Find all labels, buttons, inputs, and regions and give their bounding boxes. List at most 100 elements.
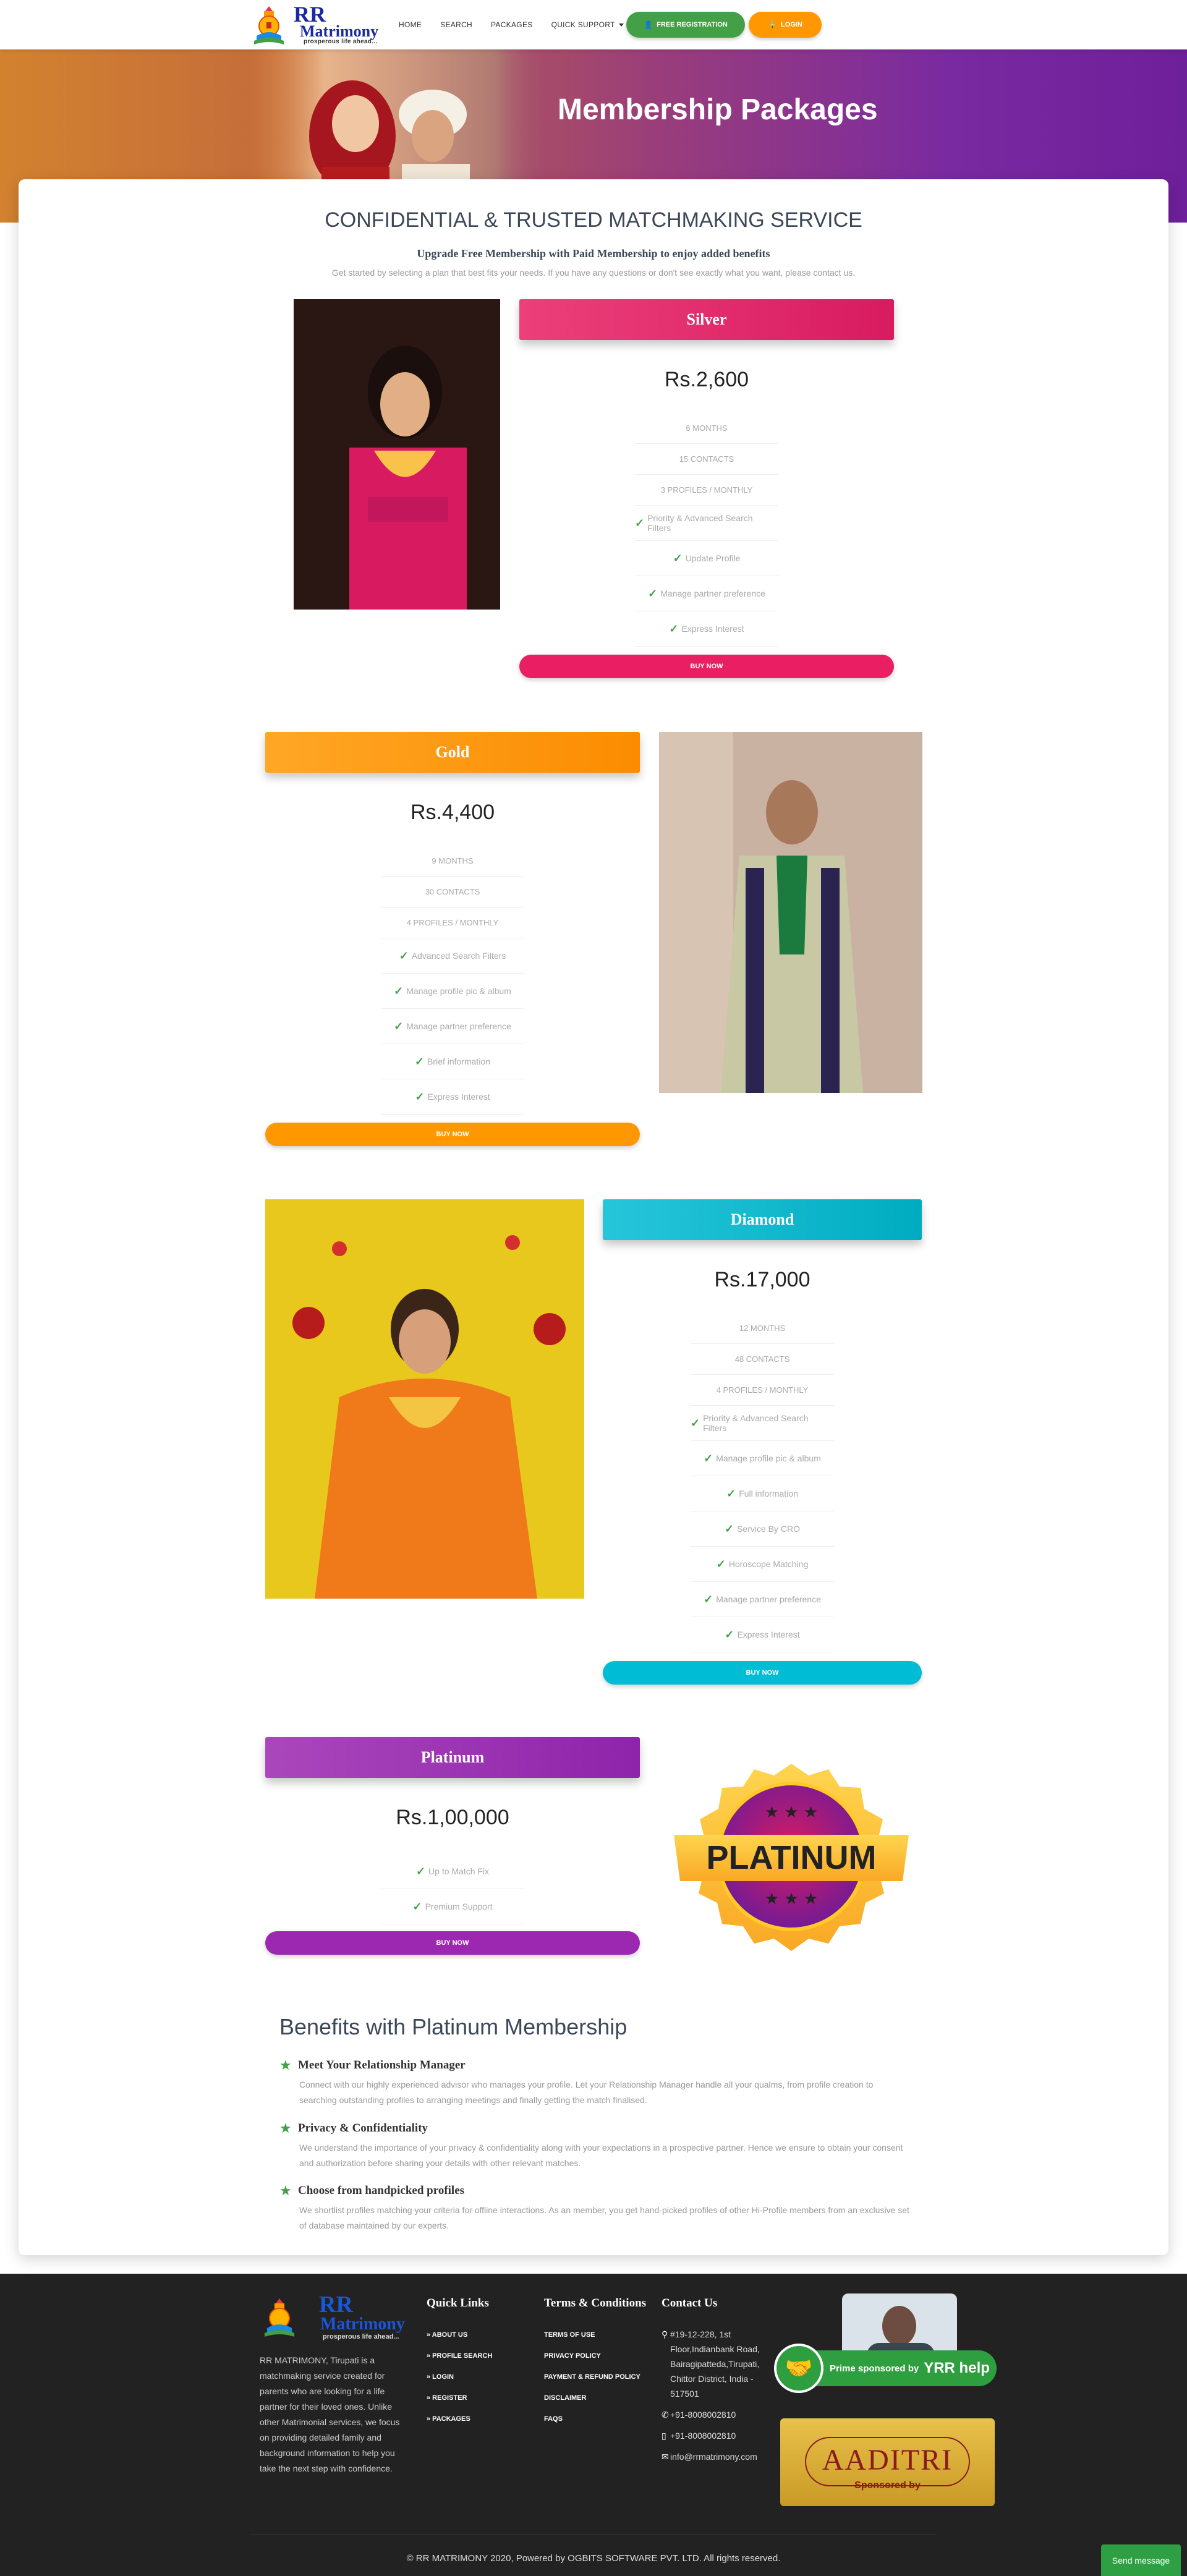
check-icon: ✓ [635, 516, 645, 529]
footer-logo-tagline: prosperous life ahead... [323, 2333, 399, 2340]
footer-link-packages[interactable]: » PACKAGES [427, 2408, 492, 2429]
feature-label: Horoscope Matching [728, 1559, 809, 1569]
check-icon: ✓ [394, 1019, 404, 1032]
list-item: ✓ Express Interest [635, 611, 778, 647]
nav-links: HOME SEARCH PACKAGES QUICK SUPPORT [399, 0, 642, 49]
feature-label: Premium Support [425, 1902, 493, 1911]
star-icon: ★ [279, 2057, 292, 2073]
list-item: ✓ Horoscope Matching [691, 1547, 834, 1582]
platinum-feature-list: ✓ Up to Match Fix ✓ Premium Support [381, 1854, 524, 1924]
star-icon: ★ [279, 2120, 292, 2136]
contact-email[interactable]: ✉ info@rrmatrimony.com [662, 2449, 767, 2464]
footer-about-text: RR MATRIMONY, Tirupati is a matchmaking … [260, 2355, 400, 2473]
benefits-title: Benefits with Platinum Membership [279, 2014, 628, 2039]
envelope-icon: ✉ [662, 2452, 669, 2462]
gold-groom-photo [659, 732, 922, 1093]
feature-label: Express Interest [737, 1630, 800, 1639]
list-item: ✓ Manage partner preference [635, 576, 778, 611]
nav-quick-support[interactable]: QUICK SUPPORT [551, 20, 624, 29]
contact-mobile[interactable]: ▯ +91-8008002810 [662, 2428, 767, 2443]
footer-link-register[interactable]: » REGISTER [427, 2387, 492, 2408]
diamond-buy-now-button[interactable]: BUY NOW [603, 1661, 922, 1685]
platinum-badge: PLATINUM ★ ★ ★ ★ ★ ★ [674, 1764, 909, 1951]
logo-emblem-icon [254, 6, 284, 45]
send-message-button[interactable]: Send message [1101, 2544, 1181, 2576]
list-item: 12 MONTHS [691, 1313, 834, 1344]
feature-label: Up to Match Fix [428, 1866, 490, 1876]
footer-link-faqs[interactable]: FAQS [544, 2408, 640, 2429]
silver-price: Rs.2,600 [664, 368, 749, 391]
silver-bride-photo [294, 299, 500, 610]
contact-details: ⚲ #19-12-228, 1st Floor,Indianbank Road, … [662, 2327, 767, 2470]
benefit-desc: We shortlist profiles matching your crit… [299, 2205, 909, 2230]
check-icon: ✓ [691, 1416, 700, 1429]
footer-link-payment-refund[interactable]: PAYMENT & REFUND POLICY [544, 2366, 640, 2387]
platinum-badge-text: PLATINUM [707, 1839, 877, 1876]
feature-label: Manage profile pic & album [406, 986, 511, 996]
list-item: ✓ Manage partner preference [381, 1009, 524, 1044]
terms-title: Terms & Conditions [544, 2297, 647, 2310]
nav-quick-support-label: QUICK SUPPORT [551, 20, 615, 29]
platinum-buy-now-button[interactable]: BUY NOW [265, 1931, 640, 1955]
benefit-title: Privacy & Confidentiality [298, 2122, 428, 2135]
sponsor1-text: Prime sponsored by [830, 2363, 919, 2374]
check-icon: ✓ [415, 1090, 425, 1103]
check-icon: ✓ [399, 949, 409, 962]
footer-link-profile-search[interactable]: » PROFILE SEARCH [427, 2345, 492, 2366]
aaditri-sponsor-banner[interactable]: AADITRI Sponsored by [780, 2418, 995, 2506]
yrr-help-sponsor-banner[interactable]: 🤝 Prime sponsored by YRR help [774, 2293, 1000, 2411]
list-item: 4 PROFILES / MONTHLY [691, 1375, 834, 1406]
copyright-text: © RR MATRIMONY 2020, Powered by OGBITS S… [406, 2553, 781, 2564]
footer-link-privacy-policy[interactable]: PRIVACY POLICY [544, 2345, 640, 2366]
feature-label: Priority & Advanced Search Filters [647, 513, 753, 533]
footer-link-about-us[interactable]: » ABOUT US [427, 2324, 492, 2345]
check-icon: ✓ [726, 1487, 736, 1500]
silver-buy-now-button[interactable]: BUY NOW [519, 655, 894, 678]
check-icon: ✓ [716, 1557, 726, 1570]
upgrade-subheading: Upgrade Free Membership with Paid Member… [417, 247, 770, 260]
gold-buy-now-button[interactable]: BUY NOW [265, 1123, 640, 1146]
logo-tagline: prosperous life ahead... [304, 38, 378, 45]
site-logo[interactable]: RR Matrimony prosperous life ahead... [250, 2, 388, 47]
footer-logo-name: Matrimony [320, 2315, 405, 2334]
footer-link-login[interactable]: » LOGIN [427, 2366, 492, 2387]
feature-label: Brief information [427, 1056, 491, 1066]
list-item: ✓ Update Profile [635, 541, 778, 576]
check-icon: ✓ [704, 1592, 713, 1605]
gold-price: Rs.4,400 [410, 801, 495, 824]
list-item: ✓ Manage profile pic & album [381, 974, 524, 1009]
feature-label: Manage partner preference [406, 1021, 511, 1031]
list-item: 4 PROFILES / MONTHLY [381, 908, 524, 938]
feature-label: Manage partner preference [716, 1594, 821, 1604]
check-icon: ✓ [725, 1628, 734, 1641]
list-item: ✓ Premium Support [381, 1889, 524, 1924]
contact-phone[interactable]: ✆ +91-8008002810 [662, 2407, 767, 2422]
footer-link-terms-of-use[interactable]: TERMS OF USE [544, 2324, 640, 2345]
list-item: ✓ Service By CRO [691, 1511, 834, 1547]
benefit-item: ★ Choose from handpicked profiles We sho… [279, 2183, 910, 2232]
list-item: ✓ Manage profile pic & album [691, 1441, 834, 1476]
check-icon: ✓ [648, 587, 658, 600]
nav-home[interactable]: HOME [399, 20, 422, 29]
footer-link-disclaimer[interactable]: DISCLAIMER [544, 2387, 640, 2408]
benefit-title: Choose from handpicked profiles [298, 2184, 465, 2197]
benefit-item: ★ Privacy & Confidentiality We understan… [279, 2120, 910, 2170]
feature-label: Priority & Advanced Search Filters [703, 1413, 809, 1433]
feature-label: Service By CRO [737, 1524, 800, 1534]
gold-feature-list: 9 MONTHS 30 CONTACTS 4 PROFILES / MONTHL… [381, 846, 524, 1115]
quick-links-title: Quick Links [427, 2297, 489, 2310]
list-item: ✓ Manage partner preference [691, 1582, 834, 1617]
feature-label: Full information [739, 1489, 798, 1498]
contact-email-text: info@rrmatrimony.com [670, 2452, 757, 2462]
check-icon: ✓ [669, 622, 679, 635]
feature-label: Express Interest [681, 624, 744, 634]
footer-logo[interactable]: RR Matrimony prosperous life ahead... [261, 2292, 409, 2344]
list-item: 30 CONTACTS [381, 877, 524, 908]
free-registration-button[interactable]: 👤 FREE REGISTRATION [626, 12, 745, 38]
login-button[interactable]: 🔒 LOGIN [749, 12, 822, 38]
nav-search[interactable]: SEARCH [440, 20, 472, 29]
contact-title: Contact Us [662, 2297, 718, 2310]
list-item: 3 PROFILES / MONTHLY [635, 475, 778, 506]
silver-package-header: Silver [519, 299, 894, 340]
nav-packages[interactable]: PACKAGES [491, 20, 533, 29]
